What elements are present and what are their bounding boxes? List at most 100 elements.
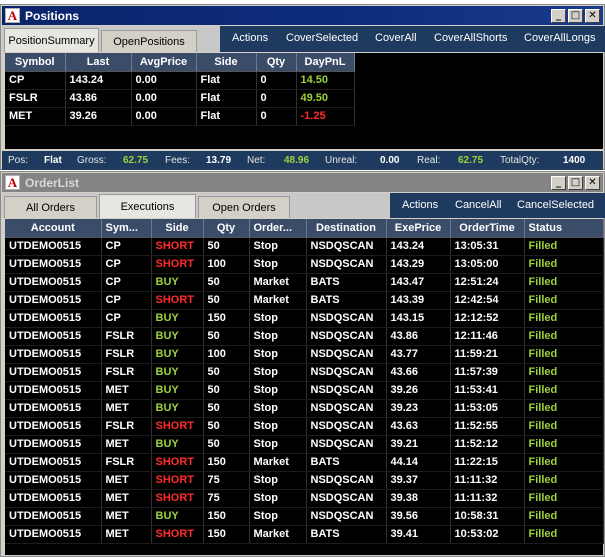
cell-qty: 50 — [203, 273, 250, 292]
position-row[interactable]: MET 39.26 0.00 Flat 0 -1.25 — [5, 107, 355, 126]
order-row[interactable]: UTDEMO0515 MET SHORT 75 Stop NSDQSCAN 39.38 11:… — [5, 489, 604, 508]
cell-exeprice: 39.41 — [386, 525, 451, 544]
fees-value: 13.79 — [206, 155, 232, 166]
cover-all-longs-button[interactable]: CoverAllLongs — [524, 32, 596, 44]
column-header-ordertime[interactable]: OrderTime — [450, 219, 525, 238]
cell-account: UTDEMO0515 — [5, 273, 102, 292]
cell-ordertime: 12:51:24 — [450, 273, 525, 292]
order-row[interactable]: UTDEMO0515 CP BUY 50 Market BATS 143.47 12:51:2… — [5, 273, 604, 292]
cell-account: UTDEMO0515 — [5, 363, 102, 382]
cell-order-type: Stop — [249, 381, 307, 400]
column-header-symbol[interactable]: Symbol — [5, 53, 66, 72]
pos-value: Flat — [44, 155, 62, 166]
cell-symbol: FSLR — [101, 417, 152, 436]
cell-last: 43.86 — [65, 89, 132, 108]
order-row[interactable]: UTDEMO0515 FSLR BUY 50 Stop NSDQSCAN 43.66 11:5… — [5, 363, 604, 382]
cover-selected-button[interactable]: CoverSelected — [286, 32, 358, 44]
cell-destination: NSDQSCAN — [306, 237, 387, 256]
order-row[interactable]: UTDEMO0515 CP SHORT 100 Stop NSDQSCAN 143.29 13… — [5, 255, 604, 274]
position-row[interactable]: CP 143.24 0.00 Flat 0 14.50 — [5, 71, 355, 90]
column-header-side[interactable]: Side — [196, 53, 257, 72]
cell-side: Flat — [196, 71, 257, 90]
orderlist-titlebar[interactable]: A OrderList _ □ ✕ — [2, 173, 603, 192]
column-header-symbol[interactable]: Sym... — [101, 219, 152, 238]
order-row[interactable]: UTDEMO0515 CP SHORT 50 Market BATS 143.39 12:42… — [5, 291, 604, 310]
close-icon[interactable]: ✕ — [585, 175, 600, 190]
totalqty-value: 1400 — [563, 155, 586, 166]
actions-menu[interactable]: Actions — [402, 199, 438, 211]
tab-all-orders[interactable]: All Orders — [4, 196, 97, 218]
order-row[interactable]: UTDEMO0515 CP BUY 150 Stop NSDQSCAN 143.15 12:1… — [5, 309, 604, 328]
cell-destination: NSDQSCAN — [306, 327, 387, 346]
cell-account: UTDEMO0515 — [5, 525, 102, 544]
cell-status: Filled — [524, 471, 604, 490]
cell-exeprice: 43.86 — [386, 327, 451, 346]
order-row[interactable]: UTDEMO0515 MET SHORT 75 Stop NSDQSCAN 39.37 11:… — [5, 471, 604, 490]
position-row[interactable]: FSLR 43.86 0.00 Flat 0 49.50 — [5, 89, 355, 108]
cover-all-button[interactable]: CoverAll — [375, 32, 417, 44]
close-icon[interactable]: ✕ — [585, 8, 600, 23]
order-row[interactable]: UTDEMO0515 FSLR SHORT 50 Stop NSDQSCAN 43.63 11… — [5, 417, 604, 436]
order-row[interactable]: UTDEMO0515 MET BUY 50 Stop NSDQSCAN 39.21 11:52… — [5, 435, 604, 454]
cell-daypnl: -1.25 — [296, 107, 355, 126]
maximize-icon[interactable]: □ — [568, 175, 583, 190]
tab-position-summary[interactable]: PositionSummary — [4, 28, 99, 52]
cell-symbol: MET — [5, 107, 66, 126]
cancel-all-button[interactable]: CancelAll — [455, 199, 501, 211]
cell-destination: NSDQSCAN — [306, 255, 387, 274]
cell-exeprice: 143.24 — [386, 237, 451, 256]
column-header-status[interactable]: Status — [524, 219, 604, 238]
cell-account: UTDEMO0515 — [5, 489, 102, 508]
tab-open-orders[interactable]: Open Orders — [198, 196, 290, 218]
maximize-icon[interactable]: □ — [568, 8, 583, 23]
cell-symbol: CP — [5, 71, 66, 90]
cell-ordertime: 11:53:41 — [450, 381, 525, 400]
cell-status: Filled — [524, 273, 604, 292]
cell-exeprice: 43.63 — [386, 417, 451, 436]
order-row[interactable]: UTDEMO0515 FSLR SHORT 150 Market BATS 44.14 11:… — [5, 453, 604, 472]
cell-exeprice: 39.38 — [386, 489, 451, 508]
column-header-account[interactable]: Account — [5, 219, 102, 238]
cell-side: BUY — [151, 507, 204, 526]
column-header-avgprice[interactable]: AvgPrice — [131, 53, 197, 72]
column-header-daypnl[interactable]: DayPnL — [296, 53, 355, 72]
unreal-label: Unreal: — [325, 155, 358, 166]
tab-executions[interactable]: Executions — [99, 194, 196, 218]
order-row[interactable]: UTDEMO0515 MET BUY 50 Stop NSDQSCAN 39.23 11:53… — [5, 399, 604, 418]
cell-account: UTDEMO0515 — [5, 435, 102, 454]
order-row[interactable]: UTDEMO0515 FSLR BUY 50 Stop NSDQSCAN 43.86 12:1… — [5, 327, 604, 346]
orders-table: Account Sym... Side Qty Order... Destina… — [5, 219, 604, 544]
minimize-icon[interactable]: _ — [551, 8, 566, 23]
cell-account: UTDEMO0515 — [5, 291, 102, 310]
cell-side: SHORT — [151, 525, 204, 544]
cell-destination: NSDQSCAN — [306, 417, 387, 436]
order-row[interactable]: UTDEMO0515 MET BUY 50 Stop NSDQSCAN 39.26 11:53… — [5, 381, 604, 400]
cell-ordertime: 12:12:52 — [450, 309, 525, 328]
cell-ordertime: 11:59:21 — [450, 345, 525, 364]
column-header-destination[interactable]: Destination — [306, 219, 387, 238]
column-header-exeprice[interactable]: ExePrice — [386, 219, 451, 238]
column-header-side[interactable]: Side — [151, 219, 204, 238]
cover-all-shorts-button[interactable]: CoverAllShorts — [434, 32, 507, 44]
cell-account: UTDEMO0515 — [5, 453, 102, 472]
totalqty-label: TotalQty: — [500, 155, 540, 166]
cell-side: Flat — [196, 89, 257, 108]
cancel-selected-button[interactable]: CancelSelected — [517, 199, 594, 211]
order-row[interactable]: UTDEMO0515 FSLR BUY 100 Stop NSDQSCAN 43.77 11:… — [5, 345, 604, 364]
cell-symbol: FSLR — [101, 363, 152, 382]
tab-open-positions[interactable]: OpenPositions — [101, 30, 197, 52]
order-row[interactable]: UTDEMO0515 MET BUY 150 Stop NSDQSCAN 39.56 10:5… — [5, 507, 604, 526]
order-row[interactable]: UTDEMO0515 CP SHORT 50 Stop NSDQSCAN 143.24 13:… — [5, 237, 604, 256]
actions-menu[interactable]: Actions — [232, 32, 268, 44]
column-header-last[interactable]: Last — [65, 53, 132, 72]
minimize-icon[interactable]: _ — [551, 175, 566, 190]
column-header-qty[interactable]: Qty — [256, 53, 297, 72]
cell-account: UTDEMO0515 — [5, 345, 102, 364]
column-header-order-type[interactable]: Order... — [249, 219, 307, 238]
cell-avgprice: 0.00 — [131, 71, 197, 90]
column-header-qty[interactable]: Qty — [203, 219, 250, 238]
cell-qty: 75 — [203, 489, 250, 508]
cell-status: Filled — [524, 525, 604, 544]
positions-titlebar[interactable]: A Positions _ □ ✕ — [2, 6, 603, 25]
order-row[interactable]: UTDEMO0515 MET SHORT 150 Market BATS 39.41 10:5… — [5, 525, 604, 544]
